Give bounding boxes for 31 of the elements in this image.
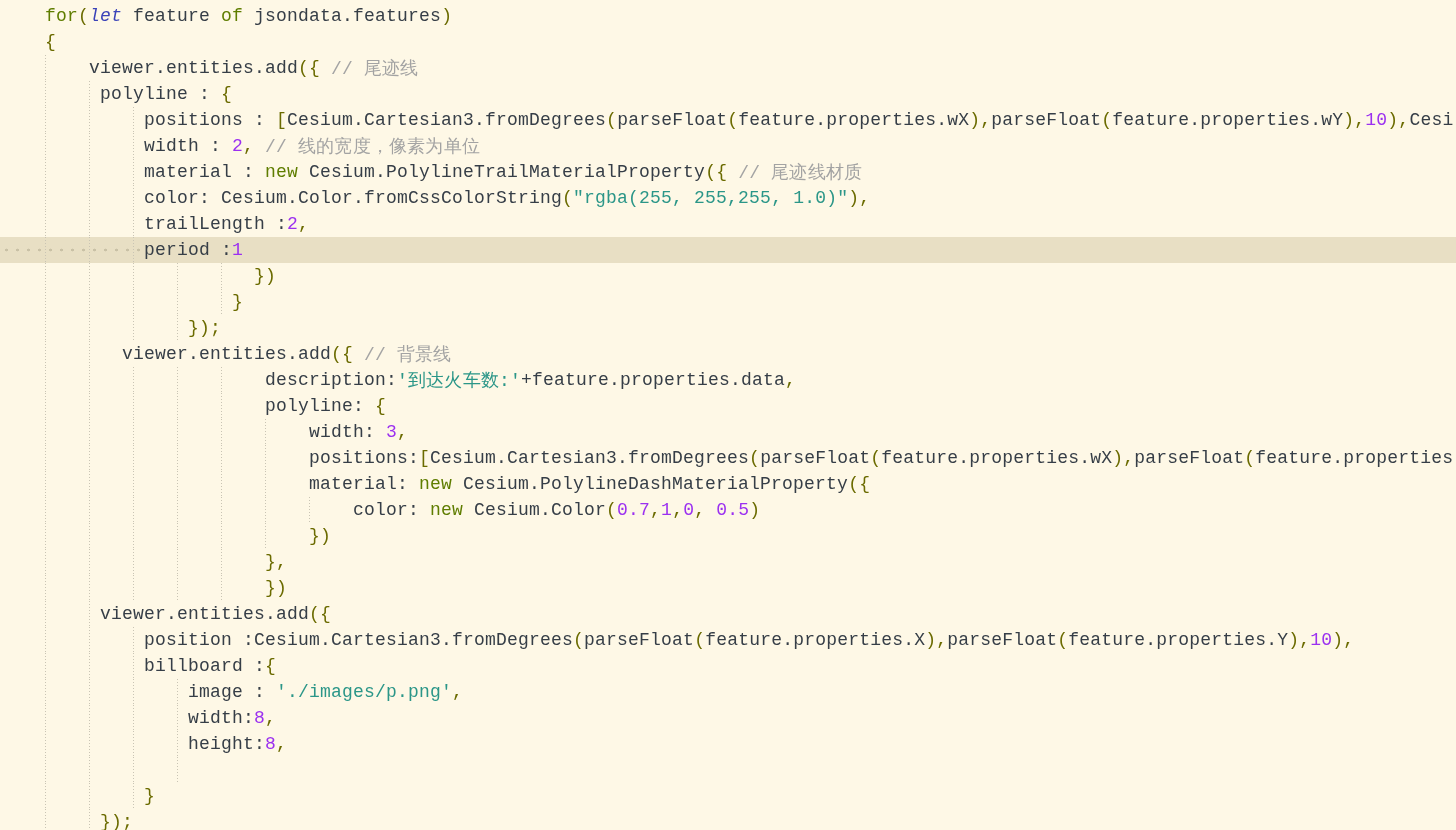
code-line: color: new Cesium.Color(0.7,1,0, 0.5) (353, 500, 761, 520)
code-line: width: 3, (309, 422, 409, 442)
code-line: }) (265, 578, 287, 598)
code-line: material: new Cesium.PolylineDashMaterialProperty({ (309, 474, 871, 494)
code-line: description:'到达火车数:'+feature.properties.data, (265, 369, 797, 392)
code-line: }); (100, 812, 133, 830)
code-line: { (45, 32, 56, 52)
code-line: viewer.entities.add({ // 尾迹线 (89, 57, 419, 80)
code-line: material : new Cesium.PolylineTrailMaterialProperty({ // 尾迹线材质 (144, 161, 863, 184)
code-line: }); (188, 318, 221, 338)
code-line: position :Cesium.Cartesian3.fromDegrees(parseFloat(feature.properties.X),parseFloat(feature.properties.Y),10), (144, 630, 1355, 650)
code-line: polyline: { (265, 396, 387, 416)
code-line: viewer.entities.add({ (100, 604, 332, 624)
code-line: positions:[Cesium.Cartesian3.fromDegrees(parseFloat(feature.properties.wX),parseFloat(feature.properties (309, 448, 1454, 468)
code-line: } (232, 292, 243, 312)
code-line: billboard :{ (144, 656, 277, 676)
code-line: color: Cesium.Color.fromCssColorString("rgba(255, 255,255, 1.0)"), (144, 188, 871, 208)
code-line: }) (309, 526, 331, 546)
code-line: } (144, 786, 155, 806)
code-line: }) (254, 266, 276, 286)
code-line: period :1 (144, 240, 244, 260)
code-line: }, (265, 552, 287, 572)
code-line: viewer.entities.add({ // 背景线 (122, 343, 452, 366)
code-line: width:8, (188, 708, 277, 728)
code-line: polyline : { (100, 84, 233, 104)
code-line: image : './images/p.png', (188, 682, 464, 702)
code-line: height:8, (188, 734, 288, 754)
code-line: width : 2, // 线的宽度，像素为单位 (144, 135, 481, 158)
code-line: positions : [Cesium.Cartesian3.fromDegrees(parseFloat(feature.properties.wX),parseFloat(feature.properties.wY),10),Cesi (144, 110, 1454, 130)
code-line: trailLength :2, (144, 214, 310, 234)
code-line: for(let feature of jsondata.features) (45, 6, 453, 26)
